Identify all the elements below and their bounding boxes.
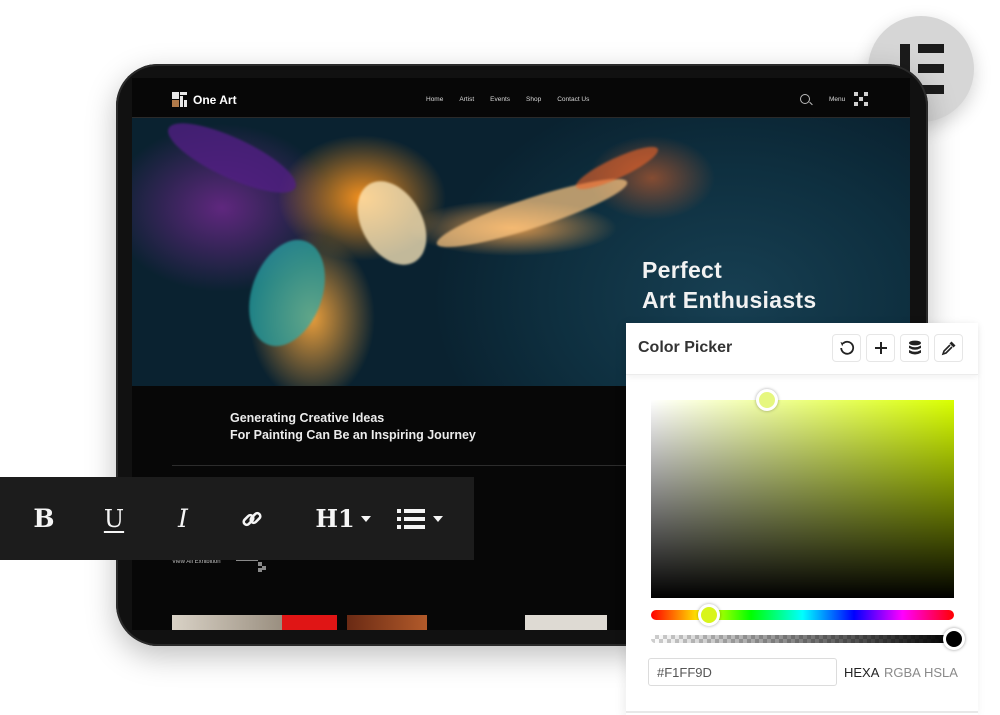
list-icon (397, 508, 425, 529)
nav-artist[interactable]: Artist (459, 96, 474, 103)
site-header: One Art Home Artist Events Shop Contact … (132, 78, 910, 118)
bold-button[interactable]: B (26, 477, 62, 560)
site-logo[interactable]: One Art (172, 92, 237, 107)
nav-shop[interactable]: Shop (526, 96, 541, 103)
color-picker-panel: Color Picker #F1FF9D HEXA RGBA HSLA (626, 323, 978, 715)
exhibition-thumbnail[interactable] (347, 615, 427, 630)
mode-hsla-button[interactable]: HSLA (924, 665, 958, 680)
underline-button[interactable]: U (96, 477, 132, 560)
text-format-toolbar: B U I H1 (0, 477, 474, 560)
list-dropdown[interactable] (392, 477, 448, 560)
reset-button[interactable] (832, 334, 861, 362)
mode-rgba-button[interactable]: RGBA (884, 665, 921, 680)
search-icon[interactable] (800, 94, 810, 104)
eyedropper-icon (941, 341, 955, 356)
opacity-slider[interactable] (651, 635, 954, 643)
link-icon (242, 511, 262, 526)
hero-title: Perfect Art Enthusiasts (642, 255, 816, 315)
color-picker-title: Color Picker (638, 339, 733, 356)
chevron-down-icon (360, 515, 371, 522)
hero-title-line2: Art Enthusiasts (642, 287, 817, 313)
nav-events[interactable]: Events (490, 96, 510, 103)
heading-label: H1 (315, 504, 355, 533)
database-icon (908, 340, 921, 355)
opacity-slider-handle[interactable] (943, 628, 965, 650)
hue-slider-handle[interactable] (698, 604, 720, 626)
add-icon (874, 342, 887, 354)
color-selector-handle[interactable] (756, 389, 778, 411)
tagline-line2: For Painting Can Be an Inspiring Journey (230, 428, 476, 442)
italic-button[interactable]: I (165, 477, 201, 560)
site-logo-text: One Art (193, 92, 237, 107)
mode-hexa-button[interactable]: HEXA (844, 665, 879, 680)
exhibition-thumbnail[interactable] (172, 615, 282, 630)
hero-title-line1: Perfect (642, 257, 723, 283)
nav-home[interactable]: Home (426, 96, 443, 103)
panel-bottom-divider (626, 711, 978, 713)
arrow-right-icon[interactable] (236, 558, 272, 572)
exhibition-thumbnail[interactable] (525, 615, 607, 630)
saturation-value-area[interactable] (651, 400, 954, 598)
exhibition-thumbnail[interactable] (282, 615, 337, 630)
eyedropper-button[interactable] (934, 334, 963, 362)
one-art-logo-icon (172, 92, 187, 107)
hue-slider[interactable] (651, 610, 954, 620)
link-button[interactable] (232, 477, 272, 560)
menu-label[interactable]: Menu (829, 96, 845, 103)
menu-grid-icon[interactable] (854, 92, 868, 106)
heading-dropdown[interactable]: H1 (312, 477, 374, 560)
color-picker-header: Color Picker (626, 323, 978, 375)
hex-color-input[interactable] (648, 658, 837, 686)
reset-icon (839, 340, 854, 355)
chevron-down-icon (433, 515, 443, 522)
add-color-button[interactable] (866, 334, 895, 362)
tagline-line1: Generating Creative Ideas (230, 411, 385, 425)
nav-contact-us[interactable]: Contact Us (557, 96, 589, 103)
site-nav: Home Artist Events Shop Contact Us (426, 96, 605, 103)
tagline: Generating Creative Ideas For Painting C… (230, 410, 476, 444)
global-colors-button[interactable] (900, 334, 929, 362)
